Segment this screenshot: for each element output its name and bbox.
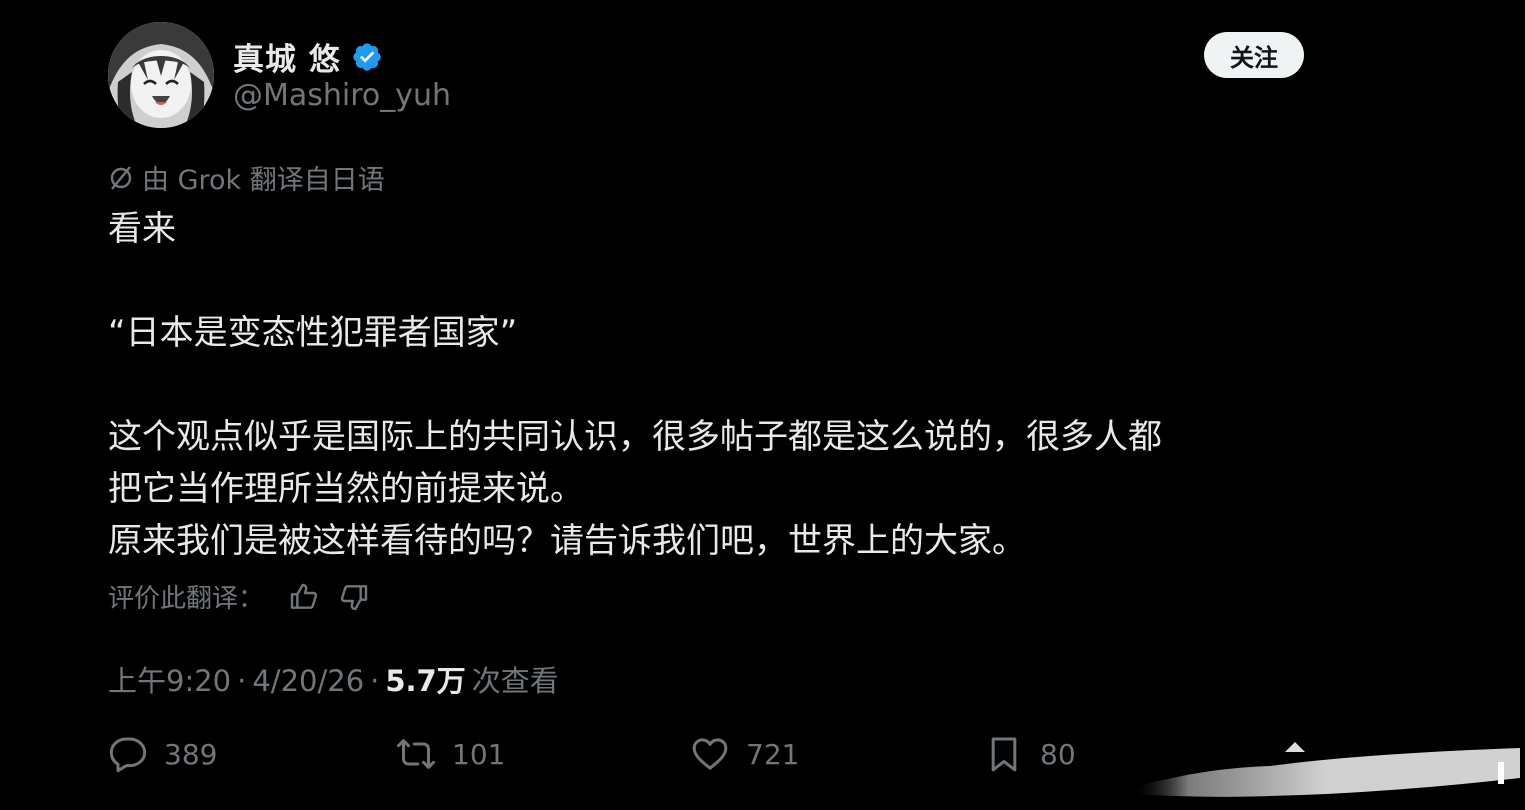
- bookmark-count: 80: [1040, 737, 1076, 771]
- meta-separator: ·: [370, 664, 380, 698]
- rate-translation-label: 评价此翻译：: [108, 584, 265, 614]
- verified-badge-icon: [353, 42, 381, 71]
- tweet-time[interactable]: 上午9:20: [108, 658, 231, 700]
- bookmark-button[interactable]: 80: [984, 734, 1076, 774]
- avatar[interactable]: [108, 22, 214, 128]
- follow-button[interactable]: 关注: [1204, 32, 1304, 78]
- repost-icon: [397, 739, 435, 769]
- tweet-line: 这个观点似乎是国际上的共同认识，很多帖子都是这么说的，很多人都: [108, 417, 1162, 457]
- reply-icon: [109, 737, 147, 773]
- display-name[interactable]: 真城 悠: [233, 34, 341, 79]
- tweet-date[interactable]: 4/20/26: [252, 664, 364, 698]
- translation-label: 由 Grok 翻译自日语: [142, 165, 385, 196]
- tweet-text: 看来 “日本是变态性犯罪者国家” 这个观点似乎是国际上的共同认识，很多帖子都是这…: [108, 203, 1308, 567]
- tweet-meta: 上午9:20 · 4/20/26 · 5.7万 次查看: [108, 658, 559, 700]
- tweet-line: 看来: [108, 209, 176, 249]
- reply-button[interactable]: 389: [108, 734, 217, 774]
- anime-avatar-image: [108, 22, 214, 128]
- tweet-line: 原来我们是被这样看待的吗？请告诉我们吧，世界上的大家。: [108, 521, 1026, 561]
- thumbs-down-icon[interactable]: [338, 581, 370, 613]
- views-count: 5.7万: [385, 664, 466, 698]
- reply-count: 389: [164, 737, 218, 771]
- tweet-detail: 真城 悠 @Mashiro_yuh 关注 由 Grok 翻译自日语 看来 “日本…: [0, 0, 1525, 810]
- thumbs-up-icon[interactable]: [288, 581, 320, 613]
- views-label: 次查看: [471, 664, 559, 698]
- author-name-row[interactable]: 真城 悠: [233, 34, 383, 79]
- like-count: 721: [746, 737, 800, 771]
- like-button[interactable]: 721: [690, 734, 799, 774]
- obscured-area: [1130, 742, 1520, 797]
- repost-button[interactable]: 101: [396, 734, 505, 774]
- tweet-line: 把它当作理所当然的前提来说。: [108, 469, 584, 509]
- tweet-line: “日本是变态性犯罪者国家”: [108, 313, 518, 353]
- rate-translation: 评价此翻译：: [108, 578, 370, 615]
- bookmark-icon: [991, 737, 1017, 772]
- heart-icon: [692, 738, 728, 770]
- handle[interactable]: @Mashiro_yuh: [233, 78, 451, 113]
- translation-notice[interactable]: 由 Grok 翻译自日语: [108, 158, 385, 197]
- grok-translate-icon: [110, 165, 132, 190]
- meta-separator: ·: [237, 664, 247, 698]
- repost-count: 101: [452, 737, 506, 771]
